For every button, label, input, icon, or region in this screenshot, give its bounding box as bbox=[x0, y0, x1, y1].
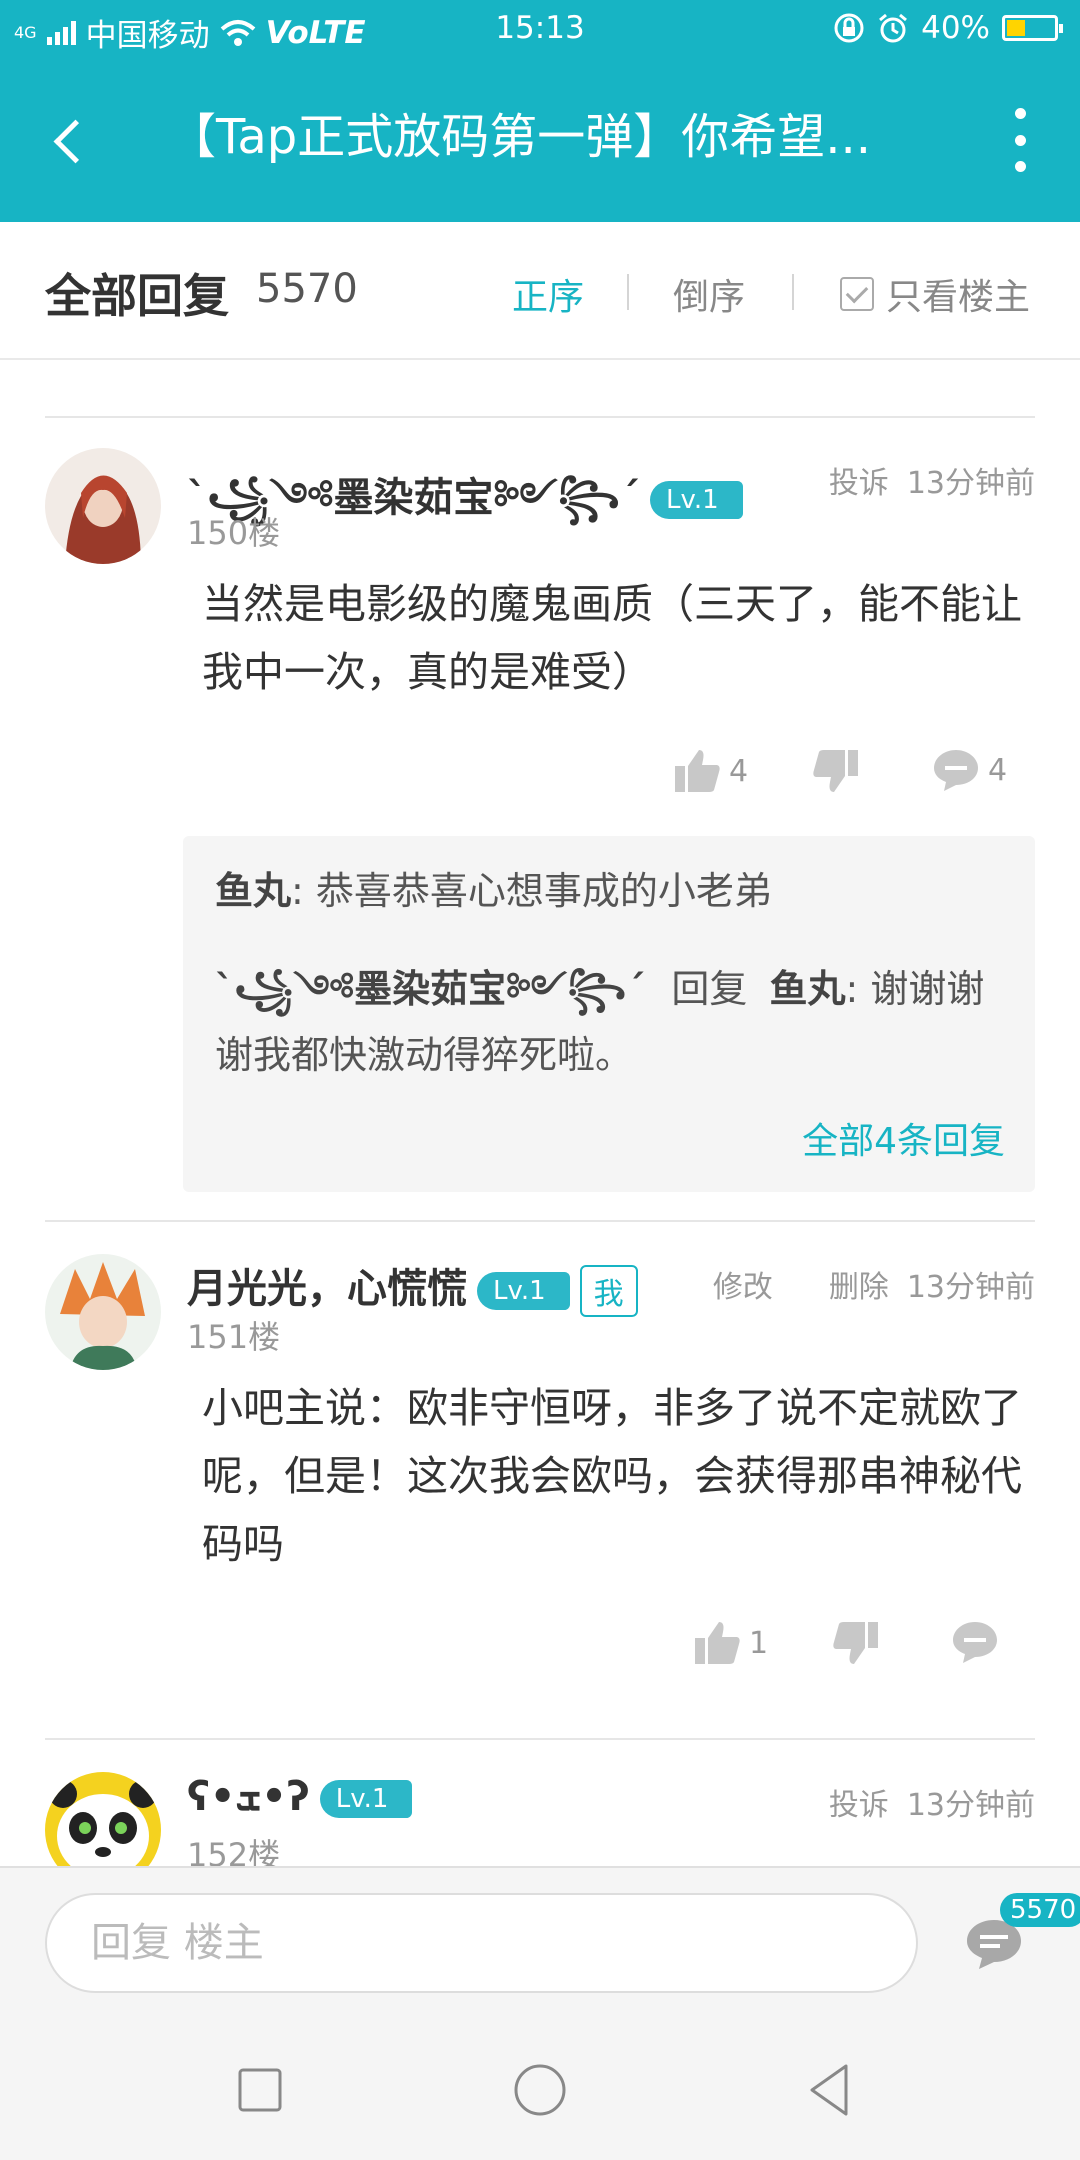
author-name[interactable]: 月光光，心慌慌 Lv.1 我 bbox=[187, 1256, 638, 1317]
post-actions: 4 4 bbox=[0, 748, 1080, 808]
sub-reply-author: ˋ꧁༺墨染茹宝༻꧂ˊ bbox=[215, 967, 646, 1011]
back-nav-button[interactable] bbox=[798, 2058, 862, 2122]
dislike-button[interactable] bbox=[812, 748, 860, 794]
sub-reply-target: 鱼丸 bbox=[769, 967, 846, 1011]
comment-button[interactable]: 4 bbox=[932, 748, 1007, 792]
back-button[interactable] bbox=[40, 106, 110, 176]
post-content: 当然是电影级的魔鬼画质（三天了，能不能让我中一次，真的是难受） bbox=[202, 580, 1022, 696]
thumbs-up-icon bbox=[695, 1622, 740, 1664]
sort-bar: 全部回复 5570 正序 倒序 只看楼主 bbox=[0, 222, 1080, 360]
edit-button[interactable]: 修改 bbox=[713, 1270, 773, 1305]
divider bbox=[627, 274, 629, 310]
more-vertical-icon[interactable] bbox=[1000, 108, 1040, 172]
alarm-icon bbox=[879, 13, 908, 43]
owner-only-toggle[interactable]: 只看楼主 bbox=[840, 268, 1030, 320]
post-meta: 投诉 13分钟前 bbox=[799, 1780, 1035, 1824]
circle-icon bbox=[514, 2064, 566, 2116]
report-button[interactable]: 投诉 bbox=[829, 1788, 889, 1823]
comment-button[interactable] bbox=[951, 1620, 999, 1664]
reply-word: 回复 bbox=[671, 967, 748, 1011]
like-count: 4 bbox=[729, 753, 749, 789]
like-button[interactable]: 1 bbox=[693, 1620, 768, 1666]
view-all-replies-link[interactable]: 全部4条回复 bbox=[802, 1112, 1005, 1164]
floor-number: 150楼 bbox=[187, 514, 281, 552]
status-bar: 4G 中国移动 VoLTE 15:13 40% bbox=[0, 0, 1080, 58]
owner-only-label: 只看楼主 bbox=[886, 277, 1031, 318]
thumbs-down-icon bbox=[833, 1622, 878, 1664]
reply-input[interactable]: 回复 楼主 bbox=[45, 1893, 918, 1993]
avatar[interactable] bbox=[45, 1772, 161, 1866]
replies-title: 全部回复 bbox=[45, 269, 229, 323]
comments-button[interactable] bbox=[965, 1918, 1035, 1988]
post-meta: 修改 删除 13分钟前 bbox=[683, 1262, 1035, 1306]
level-badge: Lv.1 bbox=[319, 1780, 413, 1818]
lock-rotation-icon bbox=[834, 13, 864, 43]
level-badge: Lv.1 bbox=[649, 481, 743, 519]
post-time: 13分钟前 bbox=[906, 466, 1035, 501]
replies-count: 5570 bbox=[256, 266, 358, 312]
comment-count: 4 bbox=[988, 752, 1008, 788]
thumbs-down-icon bbox=[813, 750, 858, 792]
author-name[interactable]: ʕ•ܫ•ʔ Lv.1 bbox=[187, 1774, 413, 1820]
sub-reply-text: : 恭喜恭喜心想事成的小老弟 bbox=[291, 869, 772, 913]
reply-post: ʕ•ܫ•ʔ Lv.1 投诉 13分钟前 152楼 bbox=[0, 1740, 1080, 1866]
sub-reply[interactable]: ˋ꧁༺墨染茹宝༻꧂ˊ 回复 鱼丸: 谢谢谢谢我都快激动得猝死啦。 bbox=[215, 956, 1005, 1088]
post-time: 13分钟前 bbox=[906, 1270, 1035, 1305]
clock: 15:13 bbox=[495, 10, 585, 46]
triangle-back-icon bbox=[810, 2064, 848, 2116]
system-nav-bar bbox=[0, 2018, 1080, 2160]
sort-descending-button[interactable]: 倒序 bbox=[673, 268, 745, 320]
floor-number: 152楼 bbox=[187, 1836, 281, 1866]
like-button[interactable]: 4 bbox=[673, 748, 748, 794]
app-header: 4G 中国移动 VoLTE 15:13 40% 【Tap正式放码第一弹】你希望.… bbox=[0, 0, 1080, 222]
nav-bar: 【Tap正式放码第一弹】你希望... bbox=[0, 100, 1080, 180]
battery-icon bbox=[1002, 15, 1063, 41]
sub-replies-box: 鱼丸: 恭喜恭喜心想事成的小老弟 ˋ꧁༺墨染茹宝༻꧂ˊ 回复 鱼丸: 谢谢谢谢我… bbox=[183, 836, 1035, 1192]
reply-bar: 回复 楼主 5570 bbox=[0, 1866, 1080, 2018]
like-count: 1 bbox=[749, 1625, 769, 1661]
sub-reply[interactable]: 鱼丸: 恭喜恭喜心想事成的小老弟 bbox=[215, 858, 1005, 924]
thumbs-up-icon bbox=[675, 750, 720, 792]
delete-button[interactable]: 删除 bbox=[829, 1270, 889, 1305]
page-title: 【Tap正式放码第一弹】你希望... bbox=[168, 109, 872, 165]
square-icon bbox=[238, 2068, 282, 2112]
battery-percent: 40% bbox=[921, 10, 990, 46]
level-badge: Lv.1 bbox=[477, 1272, 570, 1310]
dislike-button[interactable] bbox=[832, 1620, 880, 1666]
comment-icon bbox=[934, 750, 978, 791]
post-meta: 投诉 13分钟前 bbox=[799, 458, 1035, 502]
sub-reply-author: 鱼丸 bbox=[215, 869, 292, 913]
post-content: 小吧主说：欧非守恒呀，非多了说不定就欧了呢，但是！这次我会欧吗，会获得那串神秘代… bbox=[202, 1384, 1022, 1568]
report-button[interactable]: 投诉 bbox=[829, 466, 889, 501]
post-time: 13分钟前 bbox=[906, 1788, 1035, 1823]
post-actions: 1 bbox=[0, 1620, 1080, 1680]
avatar[interactable] bbox=[45, 1254, 161, 1370]
floor-number: 151楼 bbox=[187, 1318, 281, 1356]
home-button[interactable] bbox=[508, 2058, 572, 2122]
comment-count-badge: 5570 bbox=[1000, 1893, 1080, 1927]
sort-ascending-button[interactable]: 正序 bbox=[512, 268, 584, 320]
checkbox-icon bbox=[840, 277, 874, 311]
divider bbox=[45, 1220, 1035, 1222]
comment-icon bbox=[953, 1622, 997, 1663]
divider bbox=[792, 274, 794, 310]
divider bbox=[45, 416, 1035, 418]
recent-apps-button[interactable] bbox=[228, 2058, 292, 2122]
me-tag: 我 bbox=[579, 1265, 638, 1317]
avatar[interactable] bbox=[45, 448, 161, 564]
